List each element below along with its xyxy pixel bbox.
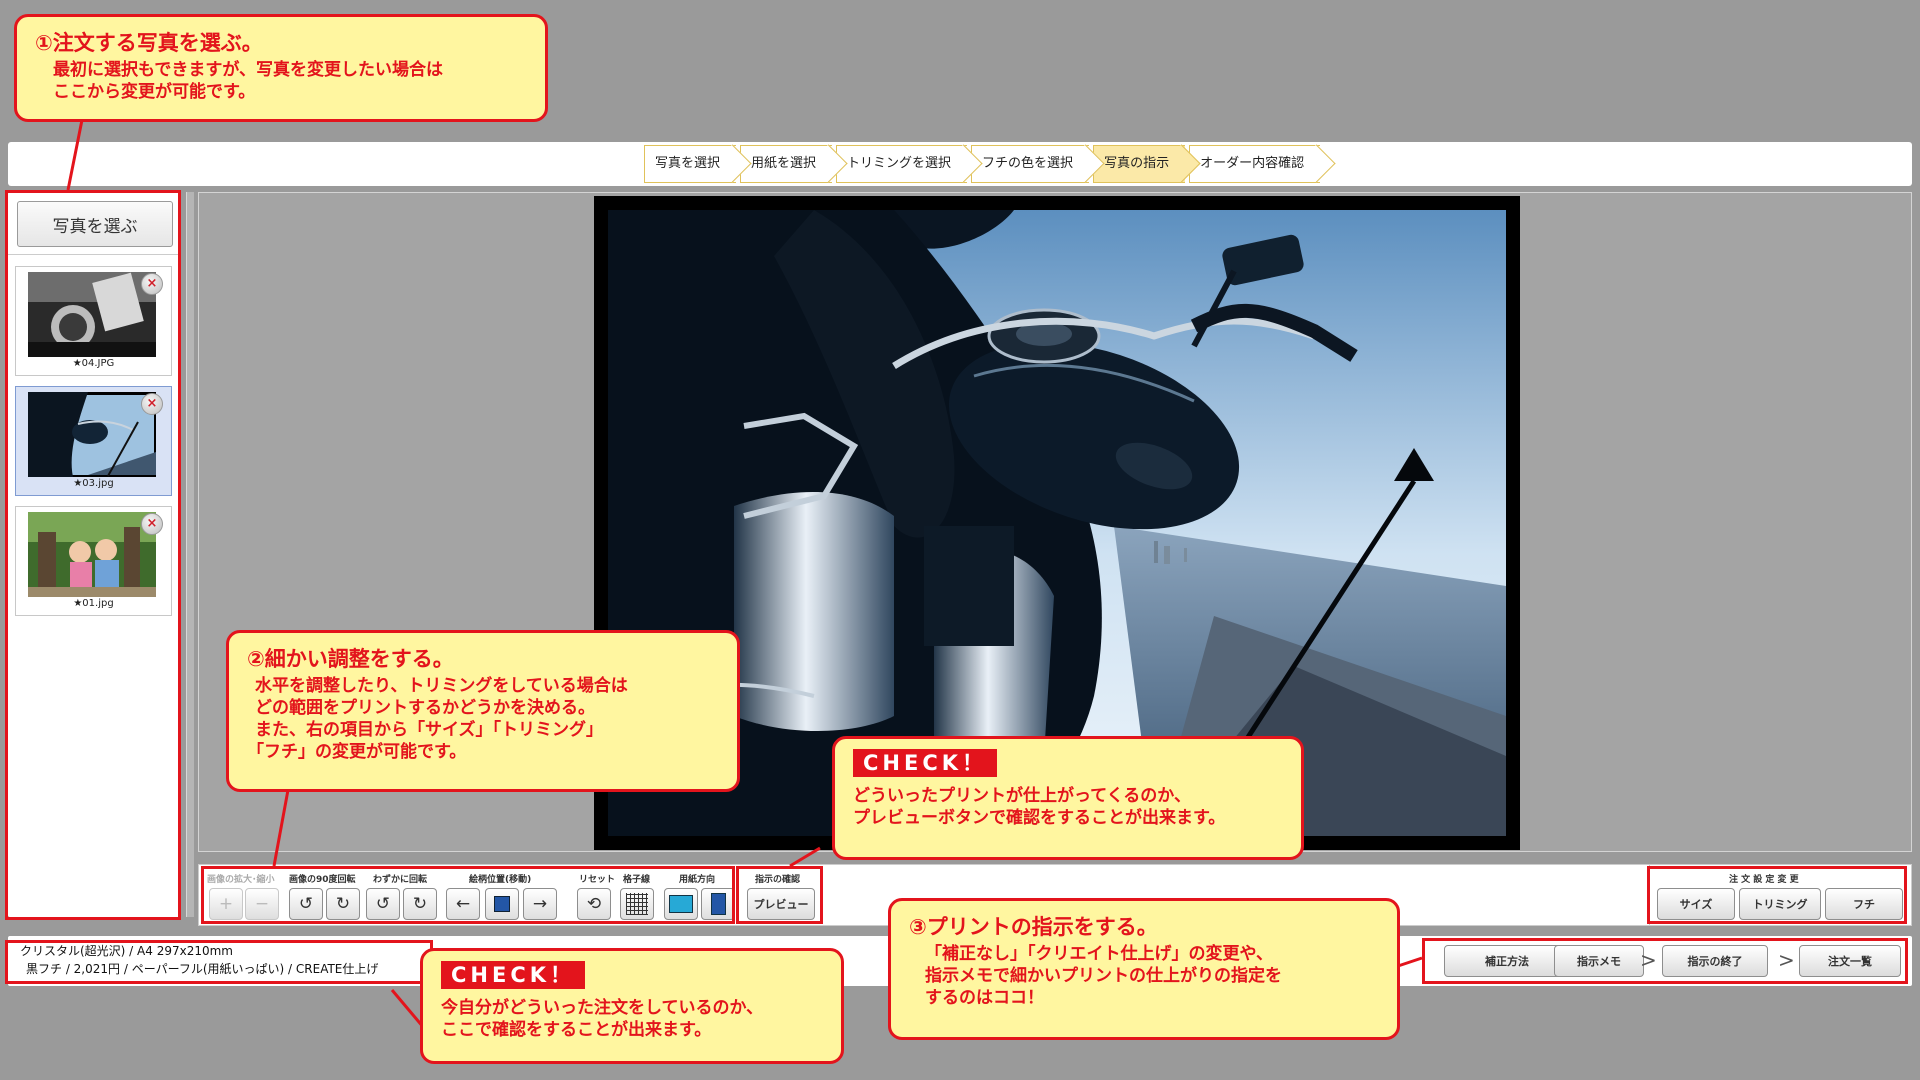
- step-label: トリミングを選択: [847, 156, 952, 171]
- step-label: 写真の指示: [1104, 156, 1170, 171]
- step-label: 用紙を選択: [751, 156, 817, 171]
- callout-print-instructions: ③プリントの指示をする。 「補正なし」「クリエイト仕上げ」の変更や、 指示メモで…: [888, 898, 1400, 1040]
- callout-line: 「補正なし」「クリエイト仕上げ」の変更や、: [925, 944, 1273, 964]
- callout-body: どういったプリントが仕上がってくるのか、 プレビューボタンで確認をすることが出来…: [853, 785, 1283, 829]
- callout-line: ここで確認をすることが出来ます。: [441, 1020, 712, 1040]
- callout-fine-adjust: ②細かい調整をする。 水平を調整したり、トリミングをしている場合は どの範囲をプ…: [226, 630, 740, 792]
- step-label: オーダー内容確認: [1200, 156, 1305, 171]
- callout-select-photo: ①注文する写真を選ぶ。 最初に選択もできますが、写真を変更したい場合は ここから…: [14, 14, 548, 122]
- callout-line: どの範囲をプリントするかどうかを決める。: [255, 698, 595, 718]
- callout-line: 最初に選択もできますが、写真を変更したい場合は: [53, 60, 443, 80]
- callout-body: 最初に選択もできますが、写真を変更したい場合は ここから変更が可能です。: [35, 59, 527, 103]
- step-label: 写真を選択: [655, 156, 721, 171]
- callout-title: ②細かい調整をする。: [247, 647, 454, 671]
- callout-line: また、右の項目から「サイズ」「トリミング」: [255, 720, 603, 740]
- callout-title: ①注文する写真を選ぶ。: [35, 31, 263, 55]
- callout-line: どういったプリントが仕上がってくるのか、: [853, 786, 1191, 806]
- callout-line: プレビューボタンで確認をすることが出来ます。: [853, 808, 1226, 828]
- callout-body: 「補正なし」「クリエイト仕上げ」の変更や、 指示メモで細かいプリントの仕上がりの…: [909, 943, 1379, 1009]
- callout-line: 「フチ」の変更が可能です。: [247, 742, 467, 762]
- callout-line: 指示メモで細かいプリントの仕上がりの指定を: [925, 966, 1282, 986]
- callout-body: 今自分がどういった注文をしているのか、 ここで確認をすることが出来ます。: [441, 997, 823, 1041]
- callout-line: 今自分がどういった注文をしているのか、: [441, 998, 764, 1018]
- callout-check-order: CHECK！ 今自分がどういった注文をしているのか、 ここで確認をすることが出来…: [420, 948, 844, 1064]
- callout-line: ここから変更が可能です。: [53, 82, 256, 102]
- callout-title: ③プリントの指示をする。: [909, 915, 1158, 939]
- step-label: フチの色を選択: [982, 156, 1074, 171]
- callout-body: 水平を調整したり、トリミングをしている場合は どの範囲をプリントするかどうかを決…: [247, 675, 719, 763]
- callout-check-preview: CHECK！ どういったプリントが仕上がってくるのか、 プレビューボタンで確認を…: [832, 736, 1304, 860]
- callout-line: するのはココ！: [925, 988, 1044, 1008]
- check-tag: CHECK！: [441, 961, 586, 989]
- callout-line: 水平を調整したり、トリミングをしている場合は: [255, 676, 628, 696]
- check-tag: CHECK！: [853, 749, 998, 777]
